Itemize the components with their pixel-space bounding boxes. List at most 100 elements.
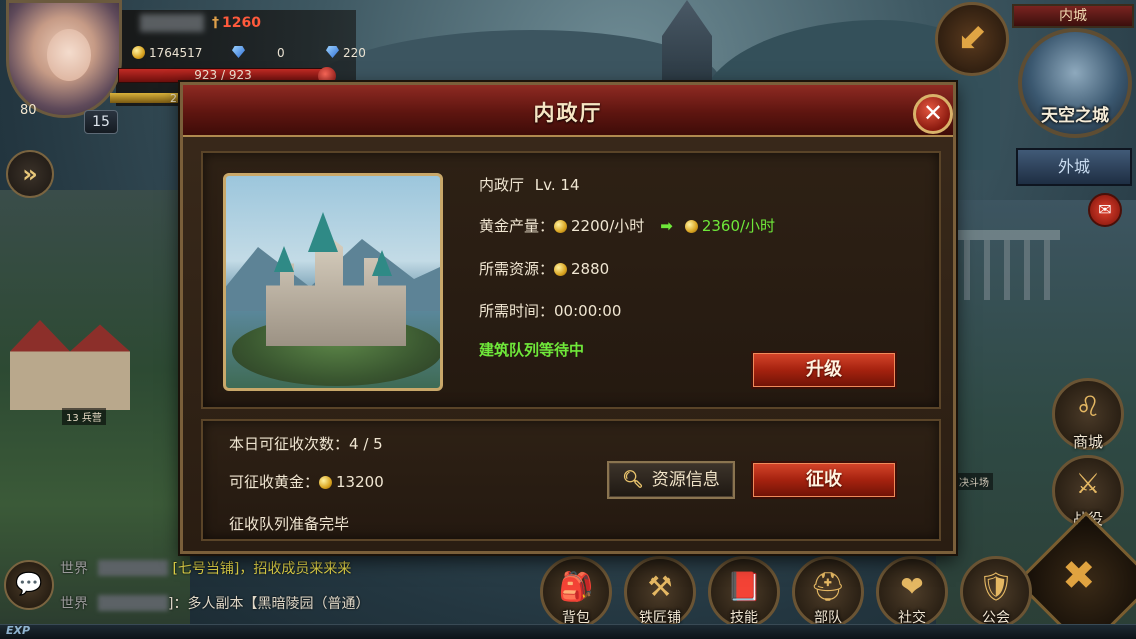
gold-output-next: 2360/小时 (701, 217, 776, 235)
building-image-spire (274, 246, 294, 272)
backpack-button[interactable]: 🎒 背包 (540, 556, 612, 628)
troops-button[interactable]: ⛑ 部队 (792, 556, 864, 628)
helmet-icon: ⛑ (810, 570, 846, 603)
building-image-spire (308, 212, 338, 252)
chat-message[interactable]: 世界 ]：多人副本【黑暗陵园（普通） (60, 593, 369, 613)
chat-separator: ]： (168, 596, 188, 612)
collapse-arrow-button[interactable]: ⬋ (935, 2, 1009, 76)
required-time-row: 所需时间：00:00:00 (479, 300, 621, 321)
gold-coin-icon (554, 263, 568, 276)
exp-strip (0, 624, 1136, 639)
backpack-icon: 🎒 (558, 570, 594, 603)
chat-text: 多人副本【黑暗陵园（普通） (187, 596, 370, 612)
arrow-right-icon: ➡ (660, 217, 673, 235)
lion-icon: ♌ (1075, 390, 1101, 423)
shield-icon: 🛡 (978, 570, 1014, 603)
chat-channel: 世界 (60, 561, 88, 577)
chat-text: [七号当铺]，招收成员来来来 (172, 561, 352, 577)
castle-tower (662, 0, 712, 80)
required-resources-row: 所需资源： 2880 (479, 258, 609, 279)
city-hall-dialog: 内政厅 ✕ 内政厅 Lv. 14 黄金产量： 2200/小时 ➡ 2360/小时 所需… (180, 82, 956, 554)
gold-coin-icon (684, 220, 698, 233)
upgrade-button[interactable]: 升级 (751, 351, 897, 389)
heart-icon: ❤ (900, 570, 924, 603)
sword-icon: † (212, 15, 219, 31)
queue-status: 建筑队列等待中 (479, 341, 585, 359)
gold-coin-icon (132, 46, 145, 59)
gem-display: 0 (232, 46, 285, 60)
shop-label: 商城 (1072, 433, 1103, 451)
chat-channel: 世界 (60, 596, 88, 612)
diamond-icon (232, 46, 245, 58)
gold-output-current: 2200/小时 (571, 217, 645, 235)
chat-sender-blurred (98, 595, 168, 611)
chat-message[interactable]: 世界 [七号当铺]，招收成员来来来 (60, 558, 351, 578)
guild-button[interactable]: 🛡 公会 (960, 556, 1032, 628)
collect-queue-status: 征收队列准备完毕 (229, 515, 350, 533)
dialog-title: 内政厅 (533, 101, 603, 125)
hp-bar: 923 / 923 (118, 68, 328, 83)
sky-city-button[interactable]: 天空之城 (1018, 28, 1132, 138)
skills-button[interactable]: 📕 技能 (708, 556, 780, 628)
inner-city-tab[interactable]: 内城 (1012, 4, 1134, 28)
book-icon: 📕 (726, 570, 762, 603)
gold-output-row: 黄金产量： 2200/小时 ➡ 2360/小时 (479, 215, 775, 236)
chat-button[interactable]: 💬 (4, 560, 54, 610)
speech-bubble-icon: 💬 (15, 572, 43, 597)
player-name-blurred (140, 14, 204, 32)
gold-output-label: 黄金产量： (479, 217, 555, 235)
gold-coin-icon (319, 476, 333, 489)
gold-value: 1764517 (149, 46, 203, 60)
resource-info-button[interactable]: 🔍︎ 资源信息 (607, 461, 735, 499)
social-button[interactable]: ❤ 社交 (876, 556, 948, 628)
arena-label: 决斗场 (955, 473, 993, 490)
building-name: 内政厅 (479, 176, 525, 194)
outer-city-button[interactable]: 外城 (1016, 148, 1132, 186)
dialog-header: 内政厅 ✕ (183, 85, 953, 137)
required-resources-label: 所需资源： (479, 260, 555, 278)
collect-button[interactable]: 征收 (751, 461, 897, 499)
gold-display: 1764517 (132, 46, 202, 60)
blacksmith-button[interactable]: ⚒ 铁匠铺 (624, 556, 696, 628)
building-image (223, 173, 443, 391)
collection-panel: 本日可征收次数：4 / 5 可征收黄金： 13200 征收队列准备完毕 🔍︎ 资源信… (201, 419, 941, 541)
stone-bridge (950, 230, 1060, 300)
building-name-level: 内政厅 Lv. 14 (479, 174, 580, 195)
collectable-gold-value: 13200 (336, 473, 384, 491)
required-time-label: 所需时间： (479, 302, 555, 320)
power-display: † 1260 (212, 15, 261, 31)
magnifier-icon: 🔍︎ (622, 470, 644, 490)
building-level: Lv. 14 (534, 176, 580, 194)
locked-gem-display: 220 (326, 46, 366, 60)
resource-info-label: 资源信息 (651, 470, 720, 490)
locked-diamond-icon (326, 46, 339, 58)
locked-gem-value: 220 (343, 46, 366, 60)
close-button[interactable]: ✕ (913, 94, 953, 134)
player-level: 80 (20, 103, 37, 118)
collect-count-value: 4 / 5 (349, 435, 383, 453)
player-avatar[interactable] (6, 0, 122, 118)
power-value: 1260 (222, 15, 261, 31)
vip-badge[interactable]: 15 (84, 110, 118, 134)
shop-button[interactable]: ♌ 商城 (1052, 378, 1124, 451)
avatar-face (47, 29, 91, 81)
expand-menu-button[interactable]: » (6, 150, 54, 198)
barracks-label: 13 兵营 (62, 408, 106, 425)
gem-value: 0 (277, 46, 285, 60)
required-time-value: 00:00:00 (554, 302, 622, 320)
crossed-axes-icon: ✖ (1062, 553, 1096, 599)
crossed-swords-icon: ⚔ (1075, 467, 1101, 500)
sky-city-label: 天空之城 (1041, 106, 1109, 126)
mail-icon[interactable]: ✉ (1088, 193, 1122, 227)
building-info-panel: 内政厅 Lv. 14 黄金产量： 2200/小时 ➡ 2360/小时 所需资源： 288… (201, 151, 941, 409)
required-resources-value: 2880 (571, 260, 610, 278)
gold-coin-icon (554, 220, 568, 233)
chat-sender-blurred (98, 560, 168, 576)
collectable-gold-label: 可征收黄金： (229, 473, 320, 491)
collect-count-label: 本日可征收次数： (229, 435, 350, 453)
collectable-gold-row: 可征收黄金： 13200 (229, 471, 384, 492)
exp-label: EXP (6, 624, 31, 637)
anvil-icon: ⚒ (647, 570, 673, 603)
building-image-castle (266, 236, 406, 346)
collect-count-row: 本日可征收次数：4 / 5 (229, 433, 383, 454)
